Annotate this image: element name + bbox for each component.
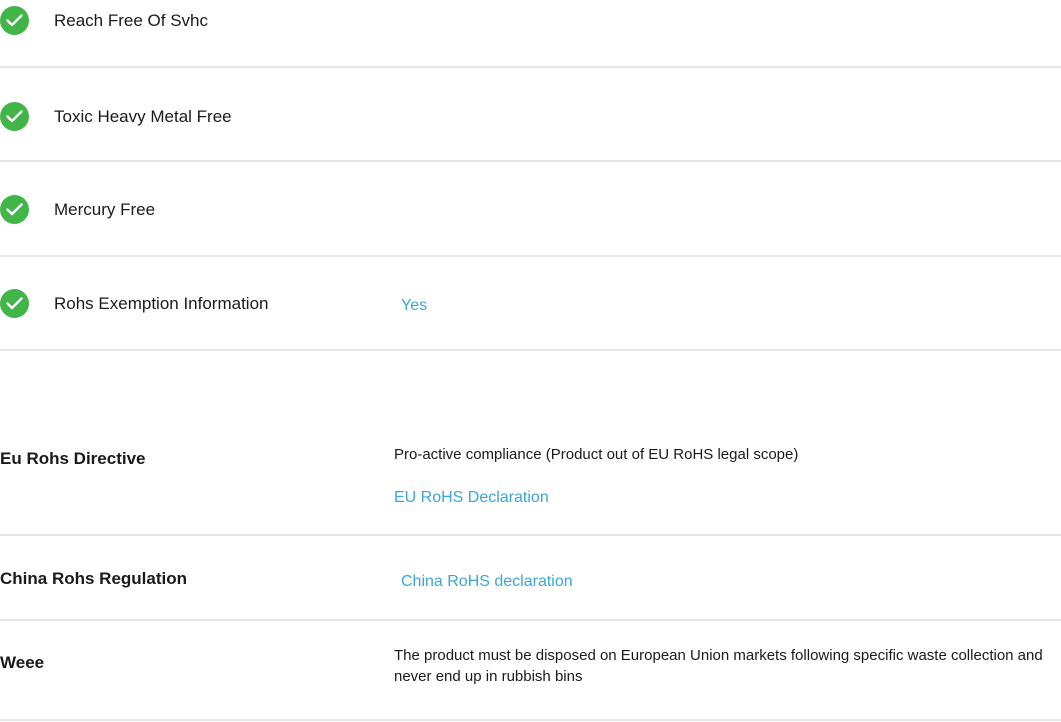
rohs-exemption-link[interactable]: Yes [401, 296, 427, 316]
check-circle-icon [0, 289, 29, 318]
checklist-item-reach: Reach Free Of Svhc [0, 0, 1061, 40]
divider [0, 255, 1061, 257]
divider [0, 534, 1061, 536]
checklist-item-heavy-metal: Toxic Heavy Metal Free [0, 96, 1061, 136]
eu-rohs-declaration-link[interactable]: EU RoHS Declaration [394, 488, 549, 508]
checklist-label: Toxic Heavy Metal Free [54, 107, 232, 126]
checklist-item-mercury: Mercury Free [0, 189, 1061, 229]
checklist-item-rohs-exemption: Rohs Exemption Information Yes [0, 283, 1061, 323]
china-rohs-label: China Rohs Regulation [0, 569, 187, 588]
weee-label: Weee [0, 653, 45, 672]
check-circle-icon [0, 195, 29, 224]
divider [0, 719, 1061, 721]
divider [0, 160, 1061, 162]
china-rohs-declaration-link[interactable]: China RoHS declaration [401, 572, 573, 592]
divider [0, 619, 1061, 621]
eu-rohs-text: Pro-active compliance (Product out of EU… [394, 446, 799, 463]
eu-rohs-label: Eu Rohs Directive [0, 449, 146, 468]
checklist-label: Reach Free Of Svhc [54, 11, 209, 30]
checklist-label: Mercury Free [54, 200, 156, 219]
check-circle-icon [0, 102, 29, 131]
check-circle-icon [0, 6, 29, 35]
divider [0, 66, 1061, 68]
divider [0, 349, 1061, 351]
weee-text: The product must be disposed on European… [394, 647, 1043, 685]
checklist-label: Rohs Exemption Information [54, 294, 269, 313]
